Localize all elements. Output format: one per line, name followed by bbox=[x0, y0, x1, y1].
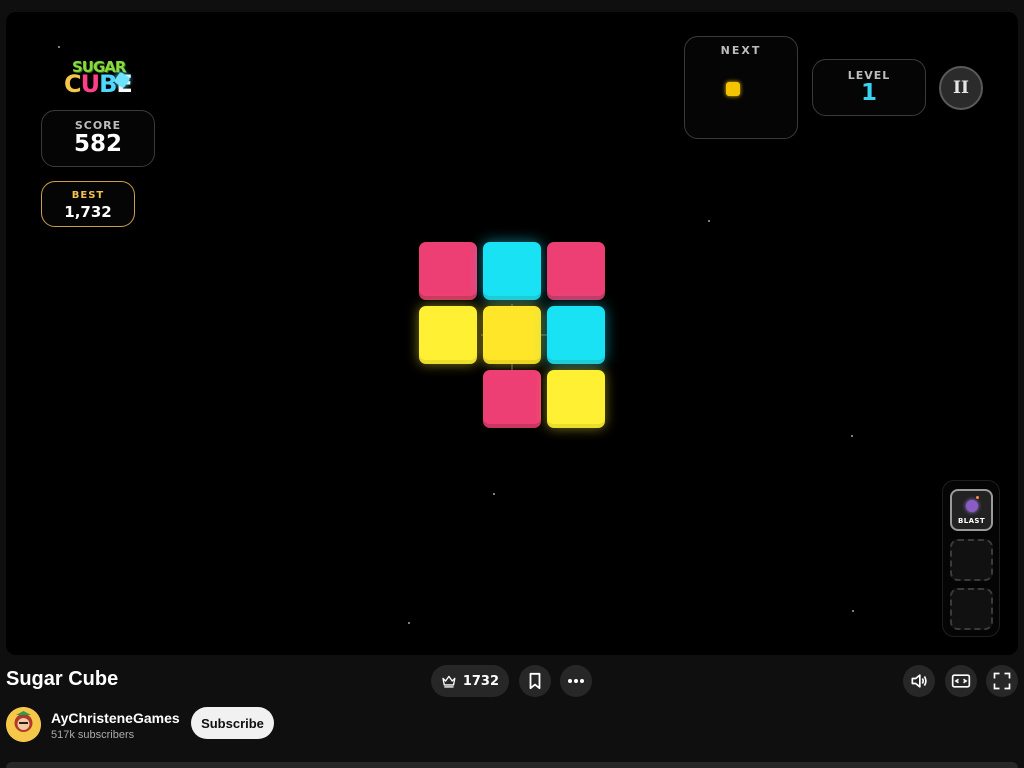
powerup-panel: BLAST bbox=[942, 480, 1000, 637]
board-cell-r2c1[interactable] bbox=[419, 306, 477, 364]
theater-icon bbox=[951, 674, 971, 688]
best-score-panel: BEST 1,732 bbox=[41, 181, 135, 227]
board-cell-r1c3[interactable] bbox=[547, 242, 605, 300]
theater-mode-button[interactable] bbox=[945, 665, 977, 697]
star bbox=[58, 46, 60, 48]
game-title: Sugar Cube bbox=[6, 668, 119, 690]
high-score-value: 1732 bbox=[462, 673, 499, 689]
empty-powerup-slot bbox=[950, 539, 993, 581]
blast-label: BLAST bbox=[957, 517, 986, 525]
description-panel-edge bbox=[6, 762, 1018, 768]
avatar-image bbox=[6, 707, 41, 742]
sugar-cube-logo: SUGAR CUBE bbox=[58, 52, 148, 110]
board-cell-r3c3[interactable] bbox=[547, 370, 605, 428]
subscribe-button[interactable]: Subscribe bbox=[191, 707, 274, 739]
game-canvas[interactable]: SUGAR CUBE SCORE 582 BEST 1,732 NEXT LEV… bbox=[6, 12, 1018, 655]
next-label: NEXT bbox=[720, 44, 762, 57]
channel-avatar[interactable] bbox=[6, 707, 41, 742]
fullscreen-button[interactable] bbox=[986, 665, 1018, 697]
more-options-button[interactable] bbox=[560, 665, 592, 697]
level-panel: LEVEL 1 bbox=[812, 59, 926, 116]
star bbox=[851, 435, 853, 437]
empty-powerup-slot bbox=[950, 588, 993, 630]
blast-powerup-button[interactable]: BLAST bbox=[950, 489, 993, 531]
fullscreen-icon bbox=[993, 672, 1011, 690]
game-board[interactable] bbox=[419, 242, 605, 428]
star bbox=[708, 220, 710, 222]
pause-icon: II bbox=[953, 78, 969, 98]
bomb-fuse bbox=[976, 496, 979, 499]
level-value: 1 bbox=[860, 80, 877, 106]
bookmark-icon bbox=[529, 672, 541, 690]
board-cell-r1c1[interactable] bbox=[419, 242, 477, 300]
board-cell-r2c3[interactable] bbox=[547, 306, 605, 364]
next-piece-panel: NEXT bbox=[684, 36, 798, 139]
board-cell-r1c2[interactable] bbox=[483, 242, 541, 300]
sound-button[interactable] bbox=[903, 665, 935, 697]
crown-icon bbox=[442, 675, 456, 688]
speaker-icon bbox=[911, 674, 927, 688]
star bbox=[852, 610, 854, 612]
bomb-icon bbox=[966, 500, 978, 512]
high-score-button[interactable]: 1732 bbox=[431, 665, 509, 697]
board-cell-r3c2[interactable] bbox=[483, 370, 541, 428]
star bbox=[493, 493, 495, 495]
subscriber-count: 517k subscribers bbox=[51, 729, 135, 741]
score-panel: SCORE 582 bbox=[41, 110, 155, 167]
channel-name[interactable]: AyChristeneGames bbox=[51, 710, 180, 726]
best-label: BEST bbox=[71, 190, 105, 201]
board-cell-r2c2[interactable] bbox=[483, 306, 541, 364]
more-dots-icon bbox=[568, 679, 584, 683]
pause-button[interactable]: II bbox=[939, 66, 983, 110]
star bbox=[408, 622, 410, 624]
next-piece-block bbox=[726, 82, 740, 96]
bookmark-button[interactable] bbox=[519, 665, 551, 697]
best-value: 1,732 bbox=[64, 203, 112, 221]
score-value: 582 bbox=[73, 131, 122, 157]
game-page: SUGAR CUBE SCORE 582 BEST 1,732 NEXT LEV… bbox=[0, 0, 1024, 768]
